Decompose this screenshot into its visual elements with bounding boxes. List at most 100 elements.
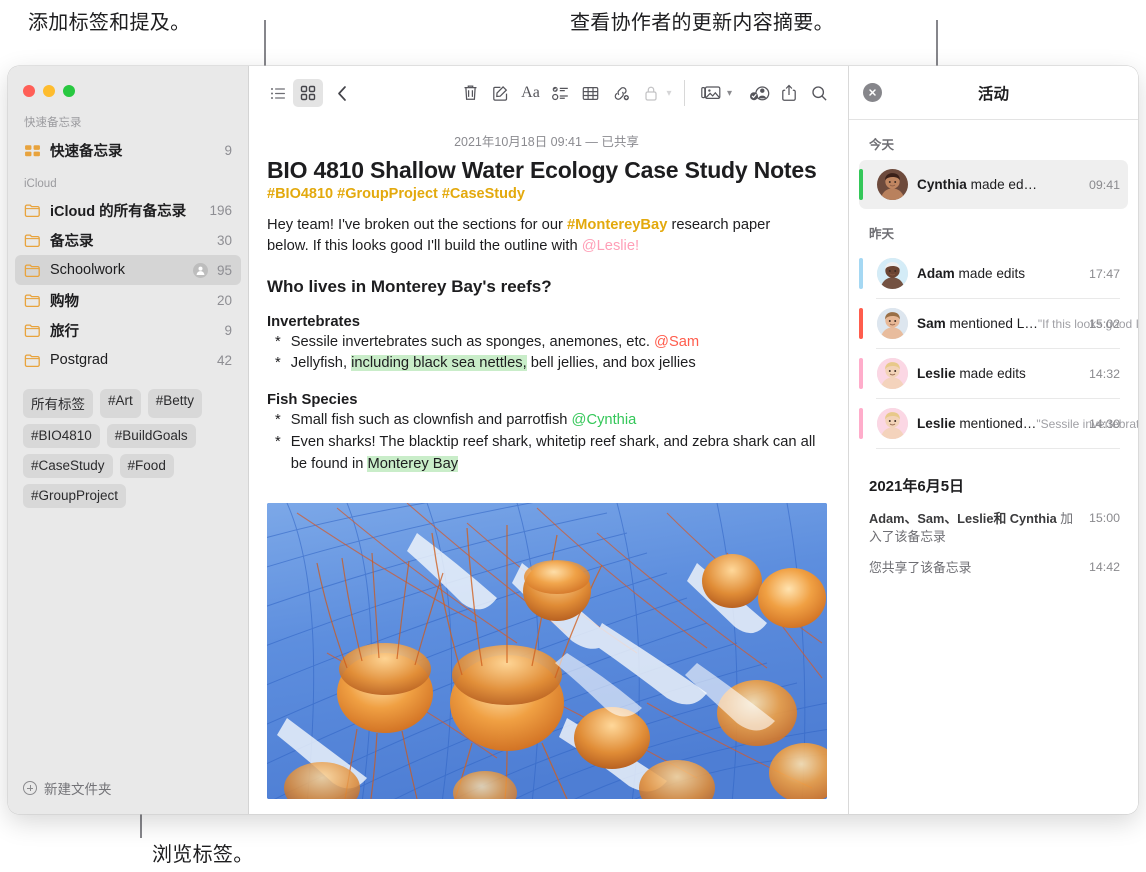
table-icon[interactable] bbox=[576, 79, 606, 107]
activity-action: made ed… bbox=[966, 176, 1038, 192]
shared-folder-badge bbox=[192, 262, 208, 278]
activity-person-name: Leslie bbox=[917, 415, 956, 431]
close-icon[interactable] bbox=[863, 83, 882, 102]
tag-chip-betty[interactable]: #Betty bbox=[147, 388, 203, 418]
mention-leslie[interactable]: @Leslie! bbox=[582, 238, 639, 254]
plain-text: bell jellies, and box jellies bbox=[526, 355, 696, 372]
tag-chip-所有标签[interactable]: 所有标签 bbox=[23, 388, 93, 418]
activity-header: 活动 bbox=[849, 66, 1138, 120]
sidebar-item-label: iCloud 的所有备忘录 bbox=[50, 203, 187, 220]
avatar-graphic bbox=[877, 408, 908, 439]
activity-description: Cynthia made ed… bbox=[917, 177, 1037, 192]
callout-add-tags: 添加标签和提及。 bbox=[28, 12, 191, 34]
activity-person-name: Adam bbox=[917, 265, 955, 281]
activity-list[interactable]: 今天 Cynthia made ed… 09:41 昨天 Adam made edits… bbox=[849, 120, 1138, 814]
activity-color-bar bbox=[859, 258, 863, 289]
close-window-button[interactable] bbox=[23, 85, 35, 97]
gallery-view-icon[interactable] bbox=[293, 79, 323, 107]
sidebar-item-schoolwork[interactable]: Schoolwork 95 bbox=[15, 255, 241, 285]
note-title[interactable]: BIO 4810 Shallow Water Ecology Case Stud… bbox=[267, 157, 826, 184]
note-bullet-item[interactable]: * Even sharks! The blacktip reef shark, w… bbox=[267, 432, 826, 476]
sidebar-item-购物[interactable]: 购物 20 bbox=[15, 285, 241, 315]
folder-icon bbox=[24, 263, 40, 277]
activity-item[interactable]: Sam mentioned L…"If this looks good I'll… bbox=[859, 299, 1138, 348]
sidebar-scroll-area[interactable]: 快速备忘录 快速备忘录 9 iCloud iCloud 的所有备忘录 196 备忘录 30 Sc… bbox=[8, 97, 248, 385]
note-hashtags[interactable]: #BIO4810 #GroupProject #CaseStudy bbox=[267, 184, 826, 202]
activity-item[interactable]: Adam made edits 17:47 bbox=[859, 249, 1128, 298]
lock-chevron-down-icon[interactable]: ▾ bbox=[667, 88, 672, 99]
sidebar-item-count: 9 bbox=[224, 142, 232, 158]
new-folder-label: 新建文件夹 bbox=[44, 782, 112, 797]
sidebar-item-count: 20 bbox=[216, 292, 232, 308]
tag-chip-groupproject[interactable]: #GroupProject bbox=[23, 483, 127, 508]
archive-entry-time: 14:42 bbox=[1088, 560, 1120, 575]
format-aa-icon[interactable]: Aa bbox=[516, 79, 546, 107]
window-controls bbox=[8, 66, 248, 97]
sidebar-item-快速备忘录[interactable]: 快速备忘录 9 bbox=[15, 135, 241, 165]
media-chevron-down-icon[interactable]: ▾ bbox=[727, 88, 732, 99]
plain-text: Sessile invertebrates such as sponges, a… bbox=[290, 333, 655, 350]
back-chevron-icon[interactable] bbox=[327, 79, 357, 107]
sidebar-item-备忘录[interactable]: 备忘录 30 bbox=[15, 225, 241, 255]
checklist-icon[interactable] bbox=[546, 79, 576, 107]
share-icon[interactable] bbox=[774, 79, 804, 107]
mention-cynthia[interactable]: @Cynthia bbox=[572, 412, 637, 428]
note-intro-paragraph[interactable]: Hey team! I've broken out the sections f… bbox=[267, 202, 807, 258]
notes-app-window: 快速备忘录 快速备忘录 9 iCloud iCloud 的所有备忘录 196 备忘录 30 Sc… bbox=[8, 66, 1138, 814]
new-folder-button[interactable]: 新建文件夹 bbox=[8, 778, 248, 814]
note-scroll-area[interactable]: 2021年10月18日 09:41 — 已共享 BIO 4810 Shallow… bbox=[249, 120, 848, 814]
tag-chip-food[interactable]: #Food bbox=[119, 453, 174, 478]
sidebar-item-label: Postgrad bbox=[50, 352, 109, 368]
note-bullet-item[interactable]: * Small fish such as clownfish and parrot… bbox=[267, 410, 826, 432]
activity-color-bar bbox=[859, 358, 863, 389]
list-view-icon[interactable] bbox=[263, 79, 293, 107]
activity-item[interactable]: Leslie mentioned…"Sessile invertebrates…… bbox=[859, 399, 1138, 448]
compose-icon[interactable] bbox=[486, 79, 516, 107]
avatar bbox=[877, 408, 908, 439]
intro-text-before: Hey team! I've broken out the sections f… bbox=[267, 217, 567, 233]
tag-chip-art[interactable]: #Art bbox=[100, 388, 141, 418]
maximize-window-button[interactable] bbox=[63, 85, 75, 97]
minimize-window-button[interactable] bbox=[43, 85, 55, 97]
archive-entry-names: Adam、Sam、Leslie和 Cynthia bbox=[869, 511, 1057, 526]
activity-item[interactable]: Cynthia made ed… 09:41 bbox=[859, 160, 1128, 209]
activity-person-name: Leslie bbox=[917, 365, 956, 381]
sidebar-item-label: 购物 bbox=[50, 293, 79, 310]
note-bullet-item[interactable]: * Sessile invertebrates such as sponges, … bbox=[267, 332, 826, 354]
jellyfish-photo-graphic bbox=[267, 503, 827, 800]
activity-description: Leslie mentioned… bbox=[917, 416, 1036, 431]
folder-icon bbox=[24, 323, 40, 337]
search-icon[interactable] bbox=[804, 79, 834, 107]
trash-icon[interactable] bbox=[456, 79, 486, 107]
note-date: 2021年10月18日 09:41 — 已共享 bbox=[454, 135, 639, 149]
avatar-graphic bbox=[877, 258, 908, 289]
inline-hashtag-montereybay[interactable]: #MontereyBay bbox=[567, 217, 667, 233]
activity-time: 14:32 bbox=[1088, 366, 1120, 381]
sidebar-item-postgrad[interactable]: Postgrad 42 bbox=[15, 345, 241, 375]
activity-item[interactable]: Leslie made edits 14:32 bbox=[859, 349, 1128, 398]
toolbar: Aa ▾ ▾ bbox=[249, 66, 848, 120]
tag-browser[interactable]: 所有标签 #Art #Betty #BIO4810 #BuildGoals #CaseSt… bbox=[8, 385, 248, 508]
mention-sam[interactable]: @Sam bbox=[654, 334, 699, 350]
note-bullet-item[interactable]: * Jellyfish, including black sea nettles,… bbox=[267, 353, 826, 375]
bullet-text: Sessile invertebrates such as sponges, a… bbox=[291, 332, 699, 354]
bullet-marker: * bbox=[275, 355, 281, 372]
tag-chip-casestudy[interactable]: #CaseStudy bbox=[23, 453, 113, 478]
note-sections: Invertebrates * Sessile invertebrates such… bbox=[267, 297, 826, 476]
sidebar: 快速备忘录 快速备忘录 9 iCloud iCloud 的所有备忘录 196 备忘录 30 Sc… bbox=[8, 66, 248, 814]
folder-icon bbox=[24, 203, 40, 217]
link-icon[interactable] bbox=[606, 79, 636, 107]
activity-time: 17:47 bbox=[1088, 266, 1120, 281]
collaborate-icon[interactable] bbox=[744, 79, 774, 107]
archive-entry-time: 15:00 bbox=[1088, 511, 1120, 525]
tag-chip-bio4810[interactable]: #BIO4810 bbox=[23, 423, 100, 448]
sidebar-item-icloud-的所有备忘录[interactable]: iCloud 的所有备忘录 196 bbox=[15, 195, 241, 225]
quick-note-icon bbox=[25, 144, 40, 156]
activity-panel: 活动 今天 Cynthia made ed… 09:41 昨天 Adam made ed… bbox=[848, 66, 1138, 814]
lock-icon[interactable] bbox=[636, 79, 666, 107]
sidebar-section-title: iCloud bbox=[24, 178, 57, 190]
media-icon[interactable] bbox=[696, 79, 726, 107]
jellyfish-photo[interactable] bbox=[267, 503, 827, 800]
tag-chip-buildgoals[interactable]: #BuildGoals bbox=[106, 423, 196, 448]
sidebar-item-旅行[interactable]: 旅行 9 bbox=[15, 315, 241, 345]
